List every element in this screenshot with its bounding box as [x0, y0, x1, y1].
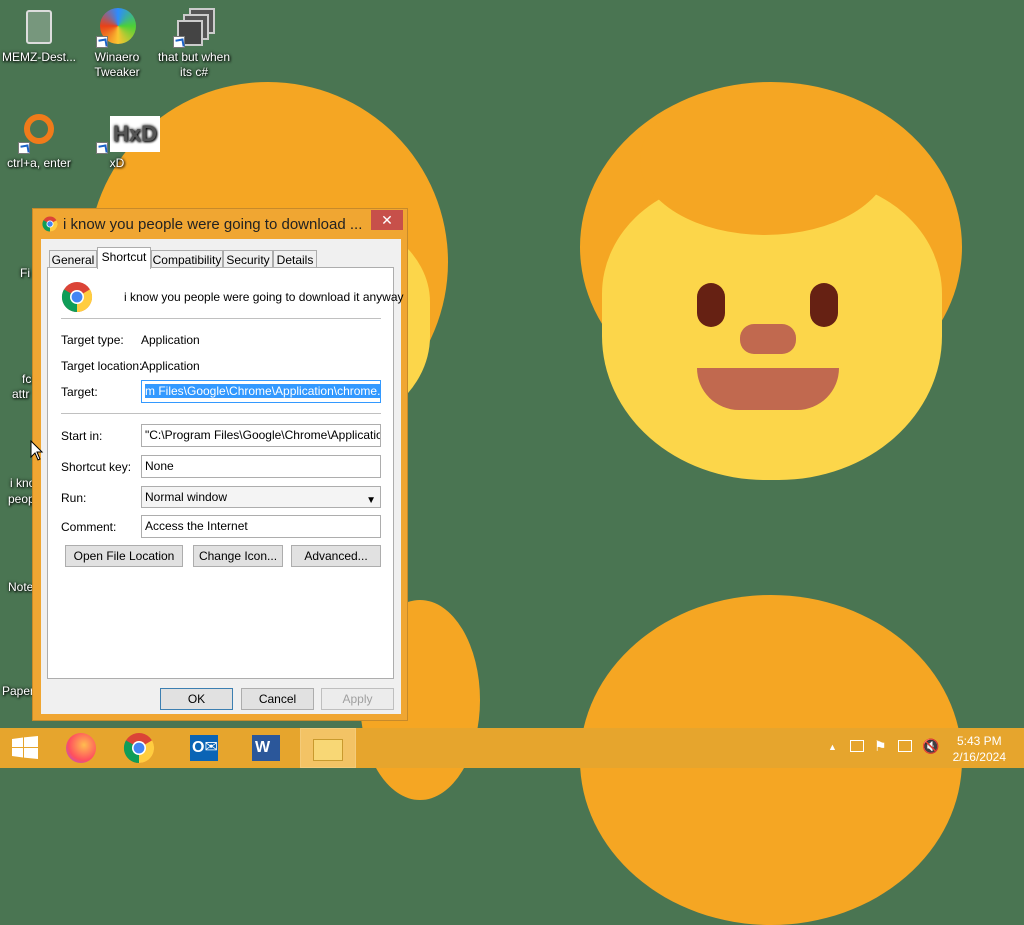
chevron-down-icon: ▼	[366, 495, 376, 506]
edge-icon-label[interactable]: Fi	[20, 266, 30, 280]
system-tray: ▲ ⚑ 🔇	[826, 728, 946, 768]
change-icon-button[interactable]: Change Icon...	[193, 545, 283, 567]
run-label: Run:	[61, 491, 87, 505]
tab-details[interactable]: Details	[273, 250, 317, 268]
tab-security[interactable]: Security	[223, 250, 273, 268]
run-select[interactable]: Normal window ▼	[141, 486, 381, 508]
edge-icon-label[interactable]: fc	[22, 372, 31, 386]
volume-muted-icon[interactable]: 🔇	[922, 738, 939, 755]
ok-button[interactable]: OK	[160, 688, 233, 710]
tab-general[interactable]: General	[49, 250, 97, 268]
folder-icon	[313, 739, 343, 761]
comment-label: Comment:	[61, 520, 117, 534]
windows-logo-icon	[12, 736, 38, 759]
mouse-cursor-icon	[30, 440, 44, 461]
run-select-value: Normal window	[145, 490, 228, 504]
open-file-location-button[interactable]: Open File Location	[65, 545, 183, 567]
outlook-icon: O✉	[190, 735, 218, 761]
taskbar: O✉ W ▲ ⚑ 🔇 5:43 PM 2/16/2024	[0, 728, 1024, 768]
target-location-value: Application	[141, 359, 200, 373]
edge-icon-label[interactable]: attr	[12, 387, 29, 401]
shortcut-key-field[interactable]: None	[141, 455, 381, 478]
desktop-icon-that-but[interactable]: that but when its c#	[155, 6, 233, 80]
target-location-label: Target location:	[61, 359, 143, 373]
firefox-icon	[66, 733, 96, 763]
desktop-icon-winaero[interactable]: Winaero Tweaker	[78, 6, 156, 80]
clock-time: 5:43 PM	[956, 734, 1002, 748]
shortcut-panel: i know you people were going to download…	[47, 267, 404, 679]
taskbar-file-explorer[interactable]	[300, 728, 356, 768]
advanced-button[interactable]: Advanced...	[291, 545, 381, 567]
clock-date: 2/16/2024	[952, 750, 1006, 764]
target-label: Target:	[61, 385, 98, 399]
chrome-icon	[61, 282, 93, 313]
magnifier-icon	[18, 112, 60, 154]
divider	[61, 318, 381, 319]
edge-icon-label[interactable]: Paper	[2, 684, 34, 698]
chrome-icon	[123, 733, 155, 764]
hxd-icon: HxD	[96, 112, 160, 154]
desktop-icon-recycle-bin[interactable]: MEMZ-Dest...	[0, 6, 78, 65]
desktop-icon-label: xD	[109, 156, 125, 170]
desktop-icon-label: MEMZ-Dest...	[2, 50, 76, 64]
desktop-icon-xd[interactable]: HxD xD	[78, 112, 160, 171]
power-icon[interactable]	[898, 740, 912, 752]
target-field-selection: m Files\Google\Chrome\Application\chrome…	[145, 384, 380, 398]
desktop-icon-ctrl-a[interactable]: ctrl+a, enter	[0, 112, 78, 171]
taskbar-outlook[interactable]: O✉	[178, 728, 230, 768]
recycle-bin-icon	[18, 6, 60, 48]
shortcut-name: i know you people were going to download…	[124, 290, 404, 304]
network-icon[interactable]	[850, 740, 864, 752]
divider	[61, 413, 381, 414]
apply-button[interactable]: Apply	[321, 688, 394, 710]
chrome-icon	[42, 216, 58, 232]
close-button[interactable]: ✕	[371, 210, 403, 230]
edge-icon-label[interactable]: Note	[8, 580, 33, 594]
edge-icon-label[interactable]: peop	[8, 492, 35, 506]
tab-shortcut[interactable]: Shortcut	[97, 247, 151, 269]
taskbar-firefox[interactable]	[55, 728, 107, 768]
desktop-icon-label: ctrl+a, enter	[7, 156, 71, 170]
comment-field[interactable]: Access the Internet	[141, 515, 381, 538]
target-type-label: Target type:	[61, 333, 124, 347]
cancel-button[interactable]: Cancel	[241, 688, 314, 710]
clock[interactable]: 5:43 PM 2/16/2024	[953, 733, 1006, 765]
word-icon: W	[252, 735, 280, 761]
action-center-flag-icon[interactable]: ⚑	[874, 738, 887, 755]
dialog-title: i know you people were going to download…	[63, 216, 363, 233]
taskbar-chrome[interactable]	[113, 728, 165, 768]
show-hidden-icons-icon[interactable]: ▲	[828, 742, 837, 752]
taskbar-word[interactable]: W	[240, 728, 292, 768]
shortcut-key-label: Shortcut key:	[61, 460, 132, 474]
target-type-value: Application	[141, 333, 200, 347]
start-in-label: Start in:	[61, 429, 103, 443]
desktop-icon-label: that but when its c#	[157, 50, 231, 79]
start-in-field[interactable]: "C:\Program Files\Google\Chrome\Applicat…	[141, 424, 381, 447]
properties-dialog: i know you people were going to download…	[32, 208, 408, 721]
start-button[interactable]	[0, 728, 52, 768]
winaero-icon	[96, 6, 138, 48]
tab-compatibility[interactable]: Compatibility	[151, 250, 223, 268]
dialog-client: General Shortcut Compatibility Security …	[41, 239, 404, 714]
target-field[interactable]: m Files\Google\Chrome\Application\chrome…	[141, 380, 381, 403]
desktop-icon-label: Winaero Tweaker	[94, 50, 140, 79]
windows-stack-icon	[173, 6, 215, 48]
